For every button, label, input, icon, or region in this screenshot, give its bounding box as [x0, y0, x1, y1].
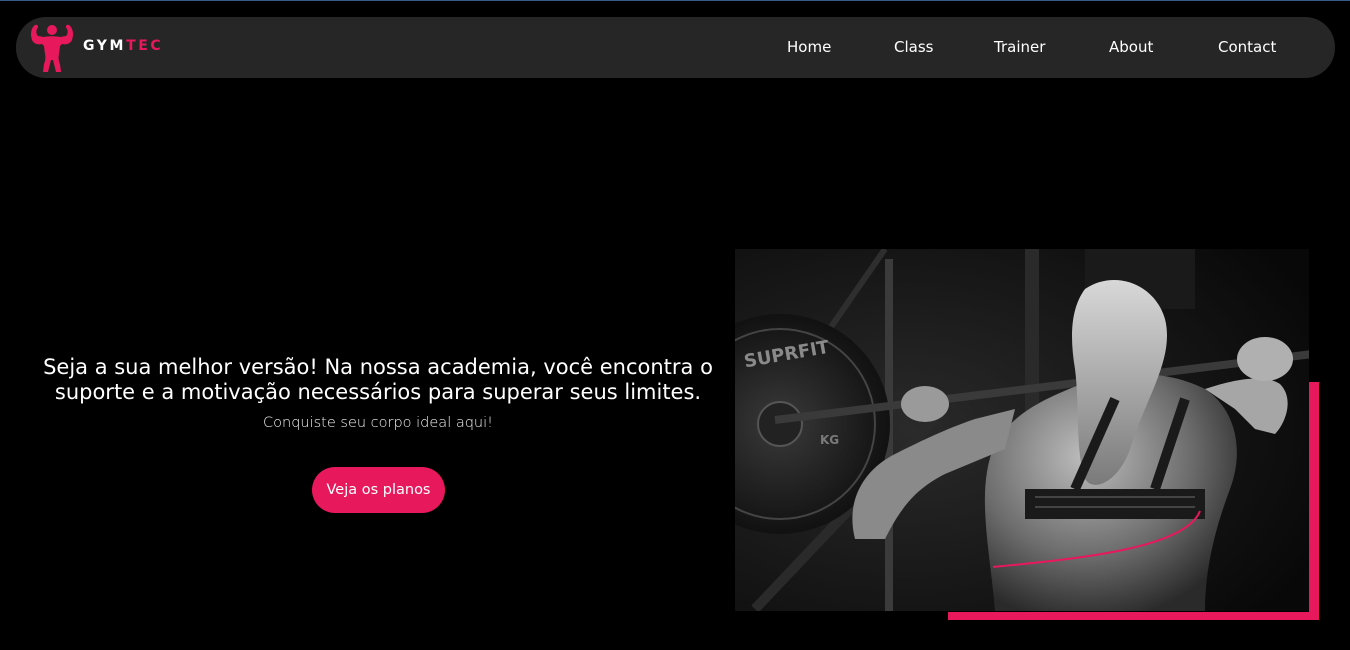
nav-item-trainer[interactable]: Trainer: [994, 38, 1045, 56]
nav-item-home[interactable]: Home: [787, 38, 831, 56]
brand-logo-text[interactable]: GYMTEC: [83, 38, 163, 54]
hero-headline: Seja a sua melhor versão! Na nossa acade…: [43, 355, 713, 404]
nav-item-about[interactable]: About: [1109, 38, 1153, 56]
woman-barbell-squat-photo: SUPRFIT KG: [735, 249, 1309, 611]
brand-accent: TEC: [126, 38, 164, 54]
hero-text-block: Seja a sua melhor versão! Na nossa acade…: [30, 355, 726, 431]
accent-frame-right: [1309, 382, 1319, 620]
navbar: GYMTEC Home Class Trainer About Contact: [16, 17, 1335, 78]
nav-item-class[interactable]: Class: [894, 38, 933, 56]
window-top-border: [0, 0, 1350, 1]
plate-kg-text: KG: [820, 433, 839, 447]
bodybuilder-flex-icon[interactable]: [26, 20, 78, 72]
view-plans-button[interactable]: Veja os planos: [312, 467, 445, 513]
nav-item-contact[interactable]: Contact: [1218, 38, 1276, 56]
accent-frame-bottom: [948, 612, 1319, 620]
brand-prefix: GYM: [83, 38, 127, 54]
hero-photo: SUPRFIT KG: [735, 249, 1309, 611]
hero-subtitle: Conquiste seu corpo ideal aqui!: [263, 415, 493, 431]
